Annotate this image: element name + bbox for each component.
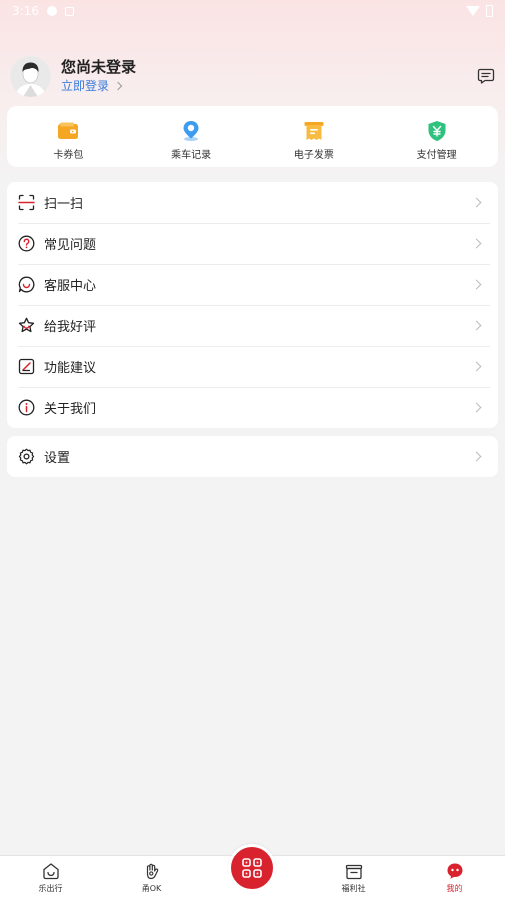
settings-card: 设置 xyxy=(7,436,498,477)
gift-box-icon xyxy=(345,864,362,880)
chevron-right-icon xyxy=(471,279,482,290)
ok-hand-icon xyxy=(146,863,158,880)
profile-header: 您尚未登录 立即登录 xyxy=(10,55,495,97)
menu-item-rate[interactable]: 给我好评 xyxy=(7,305,498,346)
quick-action-label: 支付管理 xyxy=(416,150,457,161)
yuan-shield-icon xyxy=(428,121,446,141)
quick-action-label: 乘车记录 xyxy=(171,150,212,161)
gear-icon xyxy=(18,448,35,465)
tab-label: 福利社 xyxy=(341,884,366,893)
menu-item-label: 常见问题 xyxy=(44,238,97,253)
menu-item-faq[interactable]: 常见问题 xyxy=(7,223,498,264)
message-icon[interactable] xyxy=(477,67,495,85)
quick-action-label: 电子发票 xyxy=(293,150,334,161)
tab-ok[interactable]: 甬OK xyxy=(101,856,202,899)
scan-qr-button[interactable] xyxy=(228,844,276,892)
menu-item-settings[interactable]: 设置 xyxy=(7,436,498,477)
chevron-right-icon xyxy=(471,197,482,208)
status-bar: 3:16 xyxy=(0,0,505,22)
login-link[interactable]: 立即登录 xyxy=(61,77,136,95)
menu-list: 扫一扫 常见问题 客服中心 给我好评 功能建议 关于我们 xyxy=(7,182,498,428)
menu-item-scan[interactable]: 扫一扫 xyxy=(7,182,498,223)
quick-action-invoice[interactable]: 电子发票 xyxy=(253,106,376,167)
chevron-right-icon xyxy=(471,402,482,413)
home-smile-icon xyxy=(42,863,59,880)
menu-item-label: 客服中心 xyxy=(44,279,97,294)
location-pin-icon xyxy=(183,121,199,141)
tab-label: 乐出行 xyxy=(38,884,63,893)
wallet-icon xyxy=(58,122,79,139)
scan-icon xyxy=(18,194,35,211)
notification-square-icon xyxy=(64,6,74,16)
wifi-icon xyxy=(466,6,480,16)
profile-face-icon xyxy=(447,863,462,879)
chevron-right-icon xyxy=(471,320,482,331)
qr-code-icon xyxy=(242,858,262,878)
customer-service-icon xyxy=(18,276,35,293)
menu-item-label: 设置 xyxy=(44,451,71,466)
tab-mine[interactable]: 我的 xyxy=(404,856,505,899)
tab-welfare[interactable]: 福利社 xyxy=(303,856,404,899)
quick-actions-card: 卡券包 乘车记录 电子发票 支付管理 xyxy=(7,106,498,167)
menu-item-label: 关于我们 xyxy=(44,402,97,417)
menu-item-feedback[interactable]: 功能建议 xyxy=(7,346,498,387)
menu-item-label: 给我好评 xyxy=(44,320,97,335)
default-avatar-icon xyxy=(10,55,51,97)
chevron-right-icon xyxy=(471,238,482,249)
chevron-right-icon xyxy=(471,361,482,372)
menu-item-about[interactable]: 关于我们 xyxy=(7,387,498,428)
tab-label: 甬OK xyxy=(141,884,162,893)
quick-action-label: 卡券包 xyxy=(53,150,84,161)
quick-action-coupons[interactable]: 卡券包 xyxy=(7,106,130,167)
tab-travel[interactable]: 乐出行 xyxy=(0,856,101,899)
invoice-icon xyxy=(304,122,324,140)
info-circle-icon xyxy=(18,399,35,416)
star-icon xyxy=(18,317,35,333)
chevron-right-icon xyxy=(113,81,123,91)
login-link-label: 立即登录 xyxy=(61,79,110,93)
chevron-right-icon xyxy=(471,451,482,462)
menu-item-label: 功能建议 xyxy=(44,361,97,376)
quick-action-ride-records[interactable]: 乘车记录 xyxy=(130,106,253,167)
tab-label: 我的 xyxy=(446,884,463,893)
status-time: 3:16 xyxy=(12,4,39,18)
notification-dot-icon xyxy=(46,6,57,16)
menu-item-support[interactable]: 客服中心 xyxy=(7,264,498,305)
edit-suggestion-icon xyxy=(18,358,35,375)
avatar[interactable] xyxy=(10,55,51,97)
question-circle-icon xyxy=(18,235,35,252)
menu-item-label: 扫一扫 xyxy=(44,197,84,212)
battery-icon xyxy=(486,5,493,17)
profile-name: 您尚未登录 xyxy=(61,58,137,76)
quick-action-payment[interactable]: 支付管理 xyxy=(375,106,498,167)
